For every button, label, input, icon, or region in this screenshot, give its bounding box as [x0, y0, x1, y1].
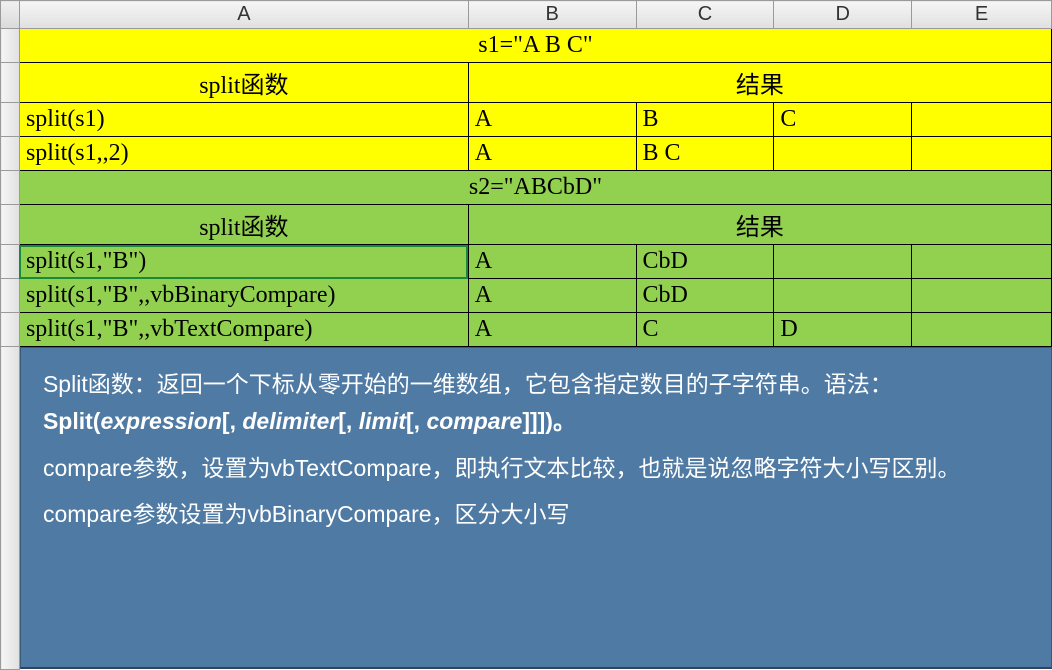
col-header-d[interactable]: D: [774, 1, 912, 29]
cell[interactable]: [912, 137, 1052, 171]
syntax-part: delimiter: [242, 408, 338, 434]
table-row: split(s1,"B") A CbD: [1, 245, 1052, 279]
syntax-part: [,: [406, 408, 426, 434]
cell[interactable]: split(s1): [19, 103, 468, 137]
info-line1-pre: Split函数：返回一个下标从零开始的一维数组，它包含指定数目的子字符串。语法：: [43, 371, 893, 397]
table-row: split(s1,"B",,vbBinaryCompare) A CbD: [1, 279, 1052, 313]
syntax-part: Split(: [43, 408, 101, 434]
row-header[interactable]: [1, 103, 20, 137]
section2-title[interactable]: s2="ABCbD": [19, 171, 1051, 205]
cell[interactable]: [774, 279, 912, 313]
row-header[interactable]: [1, 205, 20, 245]
cell[interactable]: C: [774, 103, 912, 137]
cell[interactable]: split(s1,"B",,vbTextCompare): [19, 313, 468, 347]
cell[interactable]: A: [468, 313, 636, 347]
section2-header-left[interactable]: split函数: [19, 205, 468, 245]
col-header-e[interactable]: E: [912, 1, 1052, 29]
info-line3: compare参数设置为vbBinaryCompare，区分大小写: [43, 496, 1029, 533]
row-header[interactable]: [1, 313, 20, 347]
cell[interactable]: A: [468, 279, 636, 313]
row-header[interactable]: [1, 245, 20, 279]
section2-header-right[interactable]: 结果: [468, 205, 1051, 245]
cell[interactable]: A: [468, 245, 636, 279]
row-header[interactable]: [1, 29, 20, 63]
spreadsheet-grid[interactable]: A B C D E s1="A B C" split函数 结果 split(s1…: [0, 0, 1052, 670]
selected-cell[interactable]: split(s1,"B"): [19, 245, 468, 279]
syntax-part: expression: [100, 408, 221, 434]
cell[interactable]: [912, 279, 1052, 313]
cell[interactable]: [912, 103, 1052, 137]
cell[interactable]: D: [774, 313, 912, 347]
row-header[interactable]: [1, 347, 20, 670]
row-header[interactable]: [1, 137, 20, 171]
info-row: Split函数：返回一个下标从零开始的一维数组，它包含指定数目的子字符串。语法：…: [1, 347, 1052, 670]
cell[interactable]: C: [636, 313, 774, 347]
table-row: s1="A B C": [1, 29, 1052, 63]
info-syntax: Split(expression[, delimiter[, limit[, c…: [43, 408, 576, 434]
cell[interactable]: [774, 245, 912, 279]
cell[interactable]: A: [468, 137, 636, 171]
cell[interactable]: [912, 245, 1052, 279]
syntax-part: limit: [359, 408, 406, 434]
cell[interactable]: [912, 313, 1052, 347]
table-row: s2="ABCbD": [1, 171, 1052, 205]
table-row: split函数 结果: [1, 63, 1052, 103]
corner-cell[interactable]: [1, 1, 20, 29]
syntax-part: ]]])。: [522, 408, 576, 434]
info-box: Split函数：返回一个下标从零开始的一维数组，它包含指定数目的子字符串。语法：…: [20, 347, 1052, 669]
cell[interactable]: CbD: [636, 279, 774, 313]
section1-header-right[interactable]: 结果: [468, 63, 1051, 103]
col-header-c[interactable]: C: [636, 1, 774, 29]
cell[interactable]: CbD: [636, 245, 774, 279]
table-row: split函数 结果: [1, 205, 1052, 245]
syntax-part: [,: [338, 408, 358, 434]
cell[interactable]: split(s1,,2): [19, 137, 468, 171]
cell[interactable]: A: [468, 103, 636, 137]
row-header[interactable]: [1, 171, 20, 205]
column-header-row: A B C D E: [1, 1, 1052, 29]
info-line2: compare参数，设置为vbTextCompare，即执行文本比较，也就是说忽…: [43, 450, 1029, 487]
cell[interactable]: split(s1,"B",,vbBinaryCompare): [19, 279, 468, 313]
table-row: split(s1,"B",,vbTextCompare) A C D: [1, 313, 1052, 347]
col-header-b[interactable]: B: [468, 1, 636, 29]
syntax-part: compare: [426, 408, 522, 434]
table-row: split(s1) A B C: [1, 103, 1052, 137]
row-header[interactable]: [1, 279, 20, 313]
table-row: split(s1,,2) A B C: [1, 137, 1052, 171]
col-header-a[interactable]: A: [19, 1, 468, 29]
cell[interactable]: [774, 137, 912, 171]
syntax-part: [,: [222, 408, 242, 434]
row-header[interactable]: [1, 63, 20, 103]
section1-title[interactable]: s1="A B C": [19, 29, 1051, 63]
section1-header-left[interactable]: split函数: [19, 63, 468, 103]
cell[interactable]: B C: [636, 137, 774, 171]
cell[interactable]: B: [636, 103, 774, 137]
